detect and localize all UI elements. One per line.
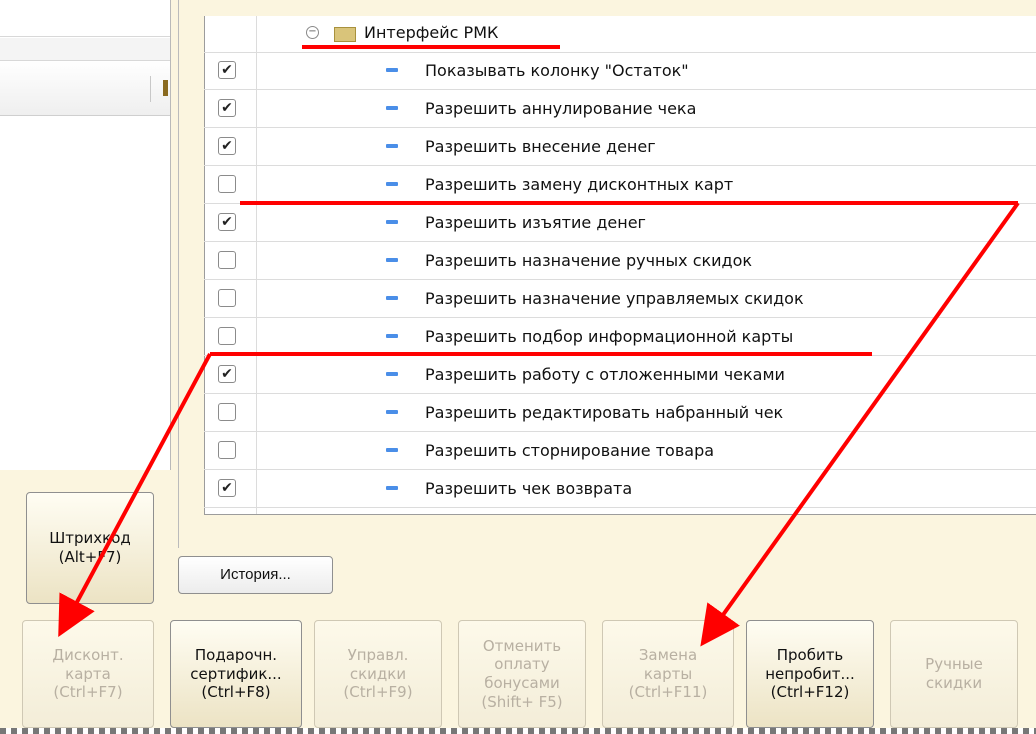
settings-row[interactable]: Разрешить назначение управляемых скидок: [204, 280, 1036, 318]
manual-discounts-button[interactable]: Ручные скидки: [890, 620, 1018, 728]
setting-dash-icon: [386, 182, 398, 186]
checkbox-checked[interactable]: ✔: [218, 99, 236, 117]
setting-dash-icon: [386, 144, 398, 148]
setting-label: Разрешить аннулирование чека: [425, 99, 697, 118]
checkbox-checked[interactable]: ✔: [218, 365, 236, 383]
setting-label: Разрешить внесение денег: [425, 137, 656, 156]
settings-row[interactable]: ✔ Разрешить изъятие денег: [204, 204, 1036, 242]
left-list-row: [0, 38, 170, 61]
settings-row[interactable]: Разрешить сторнирование товара: [204, 432, 1036, 470]
setting-dash-icon: [386, 372, 398, 376]
checkbox-unchecked[interactable]: [218, 251, 236, 269]
checkbox-checked[interactable]: ✔: [218, 213, 236, 231]
collapse-icon[interactable]: −: [306, 26, 319, 39]
setting-label: Разрешить назначение управляемых скидок: [425, 289, 804, 308]
settings-row[interactable]: Разрешить редактировать набранный чек: [204, 394, 1036, 432]
settings-row[interactable]: ✔ Разрешить работу с отложенными чеками: [204, 356, 1036, 394]
setting-dash-icon: [386, 220, 398, 224]
checkbox-checked[interactable]: ✔: [218, 61, 236, 79]
setting-dash-icon: [386, 410, 398, 414]
checkbox-unchecked[interactable]: [218, 441, 236, 459]
setting-label: Разрешить замену дисконтных карт: [425, 175, 734, 194]
replace-card-button[interactable]: Замена карты (Ctrl+F11): [602, 620, 734, 728]
setting-label: Разрешить подбор информационной карты: [425, 327, 794, 346]
setting-label: Разрешить чек возврата: [425, 479, 633, 498]
setting-label: Разрешить работу с отложенными чеками: [425, 365, 785, 384]
setting-label: Разрешить изъятие денег: [425, 213, 646, 232]
taskbar-strip: [0, 728, 1036, 734]
settings-row[interactable]: Разрешить назначение ручных скидок: [204, 242, 1036, 280]
checkbox-checked[interactable]: ✔: [218, 137, 236, 155]
settings-row[interactable]: ✔ Разрешить аннулирование чека: [204, 90, 1036, 128]
left-list-row: [0, 0, 170, 37]
group-label: Интерфейс РМК: [364, 23, 499, 42]
checkbox-unchecked[interactable]: [218, 403, 236, 421]
setting-label: Разрешить редактировать набранный чек: [425, 403, 784, 422]
settings-row[interactable]: ✔ Разрешить чек возврата: [204, 470, 1036, 508]
setting-dash-icon: [386, 334, 398, 338]
settings-row[interactable]: ✔ Показывать колонку "Остаток": [204, 52, 1036, 90]
managed-discounts-button[interactable]: Управл. скидки (Ctrl+F9): [314, 620, 442, 728]
settings-row[interactable]: Разрешить замену дисконтных карт: [204, 166, 1036, 204]
discount-card-button[interactable]: Дисконт. карта (Ctrl+F7): [22, 620, 154, 728]
setting-dash-icon: [386, 106, 398, 110]
setting-label: Разрешить назначение ручных скидок: [425, 251, 753, 270]
setting-label: Разрешить сторнирование товара: [425, 441, 715, 460]
barcode-button[interactable]: Штрихкод (Alt+F7): [26, 492, 154, 604]
setting-dash-icon: [386, 258, 398, 262]
gift-certificate-button[interactable]: Подарочн. сертифик... (Ctrl+F8): [170, 620, 302, 728]
column-divider[interactable]: [150, 76, 151, 102]
setting-dash-icon: [386, 448, 398, 452]
checkbox-unchecked[interactable]: [218, 175, 236, 193]
checkbox-unchecked[interactable]: [218, 327, 236, 345]
left-list-header: [0, 61, 170, 116]
print-unprinted-button[interactable]: Пробить непробит... (Ctrl+F12): [746, 620, 874, 728]
checkbox-checked[interactable]: ✔: [218, 479, 236, 497]
group-row-rmk-interface[interactable]: − Интерфейс РМК: [204, 16, 1036, 53]
settings-row[interactable]: Разрешить подбор информационной карты: [204, 318, 1036, 356]
history-button[interactable]: История...: [178, 556, 333, 594]
setting-dash-icon: [386, 68, 398, 72]
setting-label: Показывать колонку "Остаток": [425, 61, 689, 80]
folder-icon: [334, 27, 356, 42]
checkbox-unchecked[interactable]: [218, 289, 236, 307]
cancel-bonus-payment-button[interactable]: Отменить оплату бонусами (Shift+ F5): [458, 620, 586, 728]
column-marker: [163, 80, 168, 96]
setting-dash-icon: [386, 296, 398, 300]
settings-row[interactable]: ✔ Разрешить внесение денег: [204, 128, 1036, 166]
setting-dash-icon: [386, 486, 398, 490]
